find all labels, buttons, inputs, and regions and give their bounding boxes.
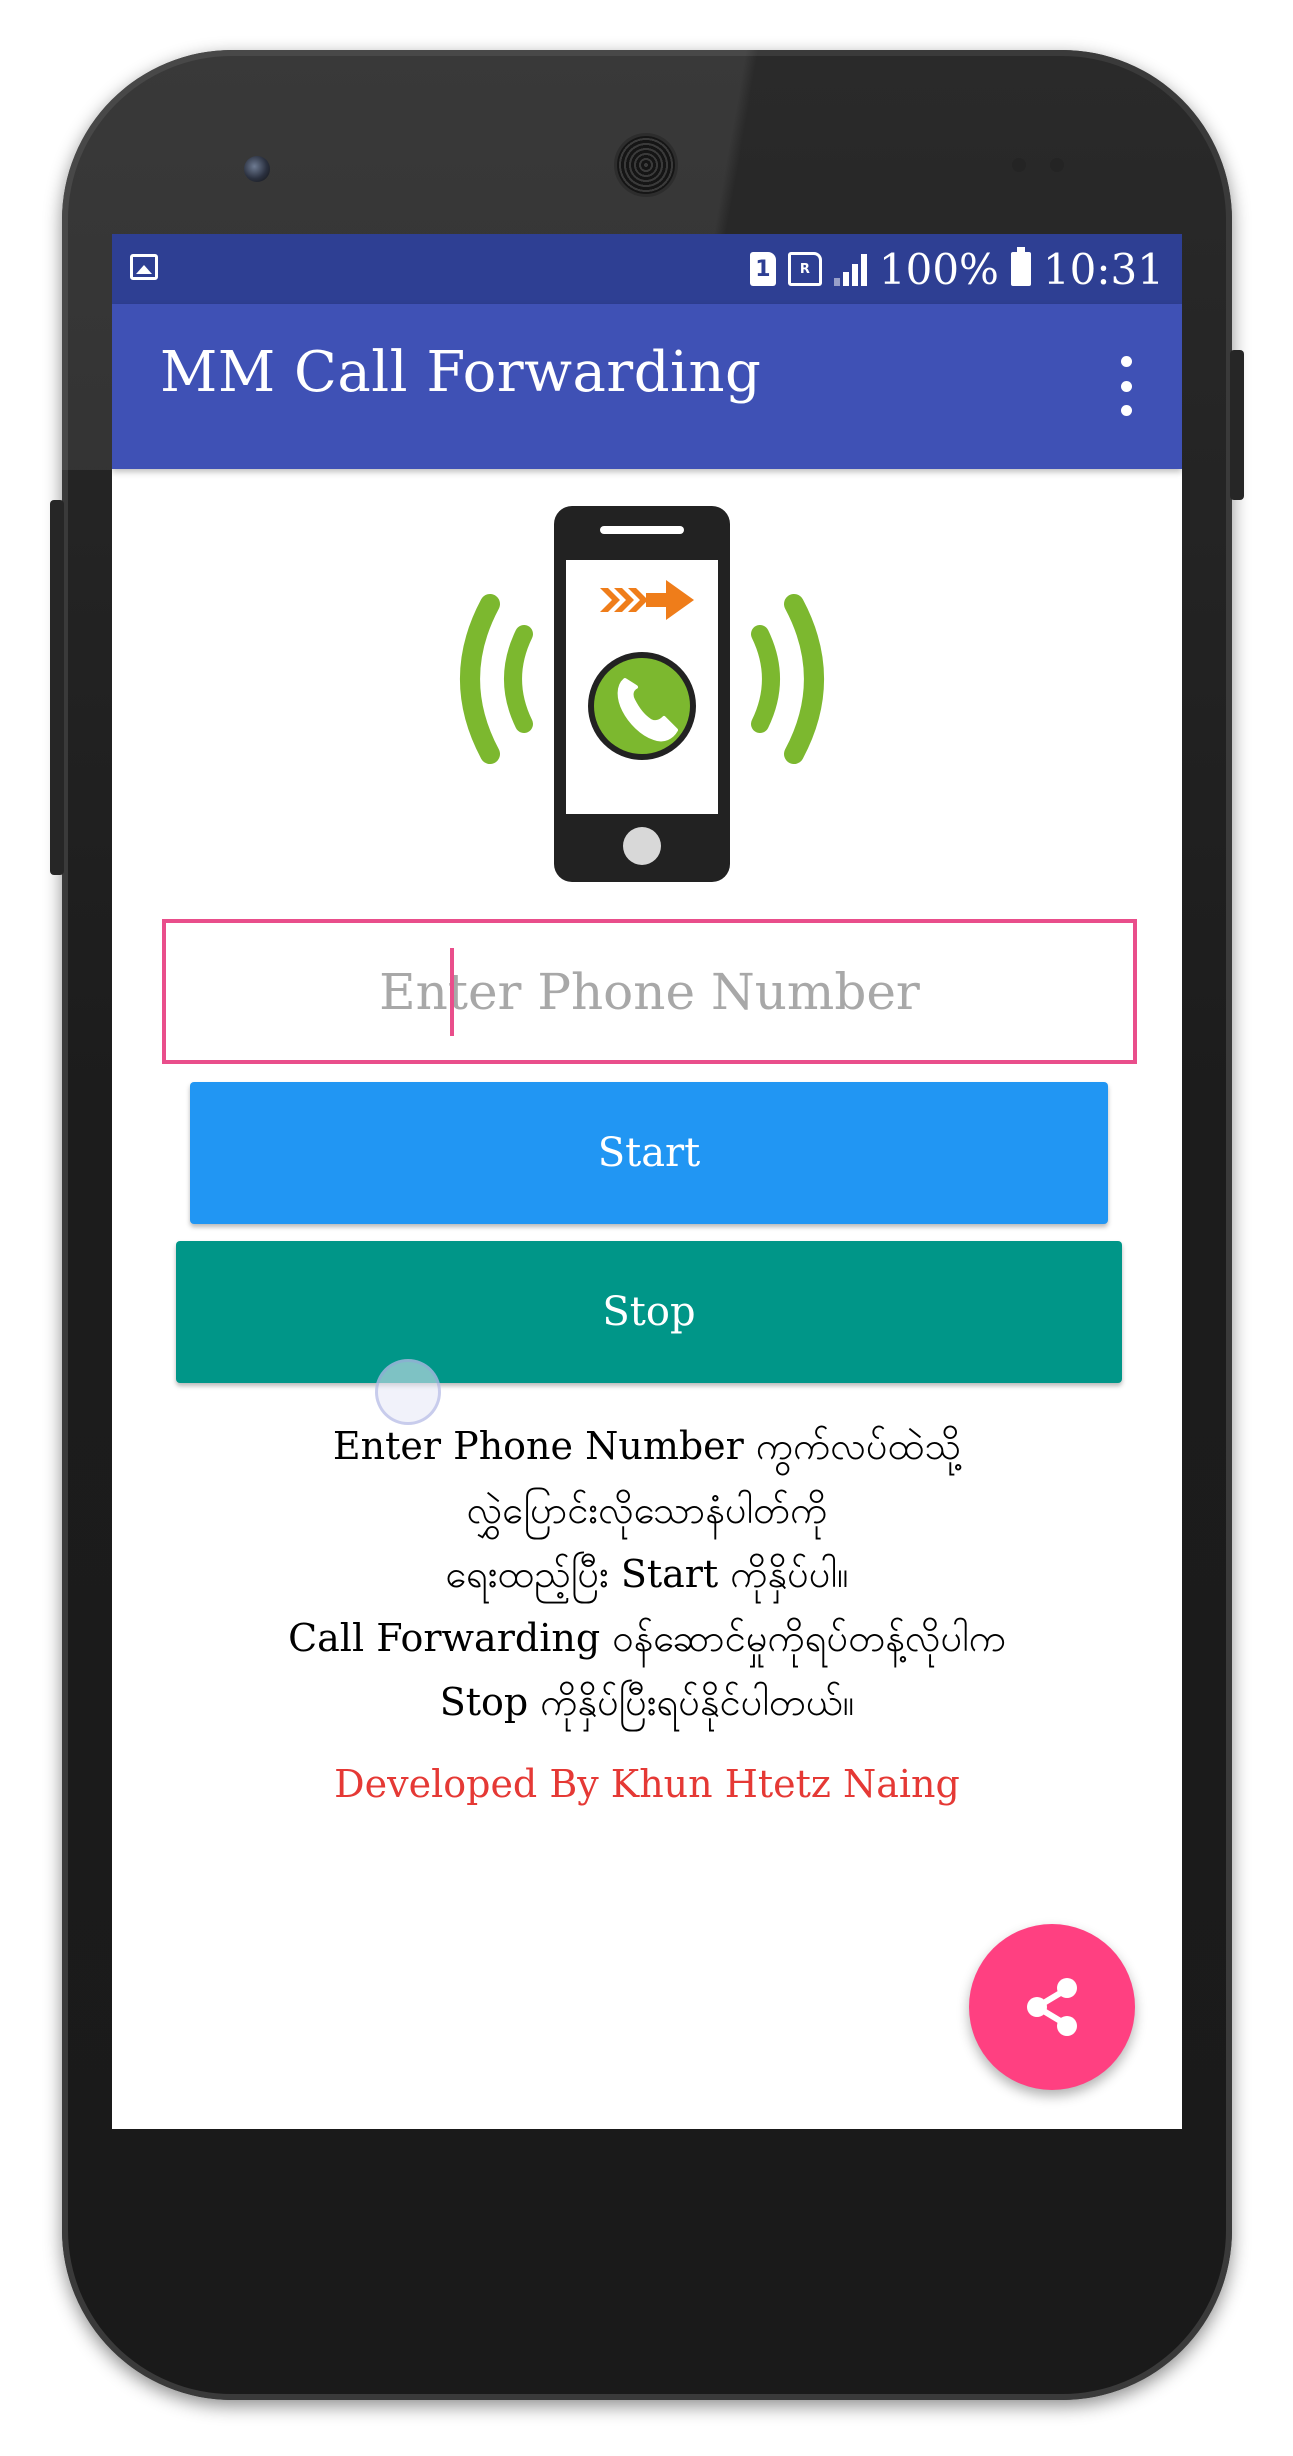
instruction-line: Enter Phone Number ကွက်လပ်ထဲသို့	[332, 1424, 962, 1468]
volume-button	[50, 500, 64, 875]
share-button[interactable]	[969, 1924, 1135, 2090]
light-sensor	[1050, 158, 1064, 172]
clock: 10:31	[1042, 244, 1164, 294]
sim2-signal-icon: R	[787, 252, 822, 286]
signal-strength-icon	[833, 252, 867, 286]
sim1-icon: 1	[749, 252, 776, 286]
text-cursor	[450, 948, 454, 1036]
proximity-sensor	[1012, 158, 1026, 172]
app-title: MM Call Forwarding	[160, 340, 762, 405]
phone-number-input[interactable]	[166, 923, 1133, 1060]
more-vert-icon[interactable]	[1116, 356, 1136, 416]
screen: 1 R 100% 10:31 MM Call Forwarding Enter …	[112, 234, 1182, 2129]
status-bar: 1 R 100% 10:31	[112, 234, 1182, 304]
stop-button[interactable]: Stop	[176, 1241, 1122, 1383]
battery-icon	[1010, 247, 1031, 286]
call-forward-phone-icon	[460, 506, 824, 882]
app-bar: MM Call Forwarding	[112, 304, 1182, 469]
earpiece-speaker	[617, 136, 675, 194]
power-button	[1230, 350, 1244, 500]
instruction-line: လွှဲပြောင်းလိုသောနံပါတ်ကို	[466, 1488, 828, 1532]
share-icon	[1027, 1978, 1077, 2036]
start-button[interactable]: Start	[190, 1082, 1108, 1224]
instruction-line: Call Forwarding ဝန်ဆောင်မှုကိုရပ်တန့်လို…	[288, 1616, 1006, 1660]
instructions-text: Enter Phone Number ကွက်လပ်ထဲသို့ လွှဲပြေ…	[112, 1414, 1182, 1734]
front-camera-icon	[244, 156, 270, 182]
battery-percent: 100%	[878, 244, 999, 294]
image-icon	[130, 254, 158, 280]
instruction-line: Stop ကိုနှိပ်ပြီးရပ်နိုင်ပါတယ်။	[439, 1680, 855, 1724]
status-icons: 1 R 100% 10:31	[749, 242, 1164, 296]
developer-credit: Developed By Khun Htetz Naing	[334, 1762, 960, 1806]
instruction-line: ရေးထည့်ပြီး Start ကိုနှိပ်ပါ။	[445, 1552, 849, 1596]
phone-number-field[interactable]	[162, 919, 1137, 1064]
